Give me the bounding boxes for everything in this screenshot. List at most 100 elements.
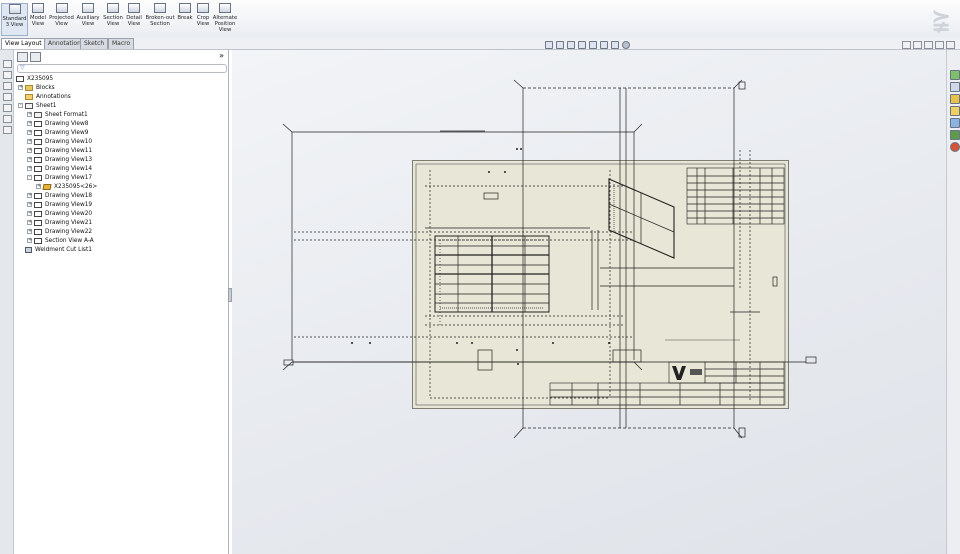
tree-item-drawing-view21[interactable]: + Drawing View21 (27, 218, 92, 227)
alternate-position-view-button[interactable]: Alternate Position View (212, 3, 238, 36)
collapse-icon[interactable]: - (27, 175, 32, 180)
tree-item-drawing-view19[interactable]: + Drawing View19 (27, 200, 92, 209)
solidworks-resources-icon[interactable] (950, 70, 960, 80)
tab-view-layout[interactable]: View Layout (1, 38, 46, 49)
tree-root[interactable]: X235095 (16, 74, 53, 83)
expand-icon[interactable]: + (27, 211, 32, 216)
restore-icon[interactable] (902, 41, 911, 49)
view-palette-icon[interactable] (950, 106, 960, 116)
task-pane (946, 50, 960, 554)
expand-icon[interactable]: + (27, 202, 32, 207)
tree-item-sheet-format1[interactable]: + Sheet Format1 (27, 110, 88, 119)
tree-item-drawing-view11[interactable]: + Drawing View11 (27, 146, 92, 155)
section-view-toggle-icon[interactable] (578, 40, 586, 49)
panel-toolbar: » (14, 51, 228, 62)
tree-item-drawing-view14[interactable]: + Drawing View14 (27, 164, 92, 173)
auxiliary-view-button[interactable]: Auxiliary View (76, 3, 100, 36)
panel-expand-icon[interactable]: » (219, 51, 224, 60)
expand-icon[interactable]: + (27, 193, 32, 198)
custom-properties-icon[interactable] (950, 130, 960, 140)
design-library-icon[interactable] (950, 82, 960, 92)
drawing-sheet[interactable] (412, 160, 789, 409)
property-manager-icon[interactable] (3, 71, 12, 79)
appearances-icon[interactable] (950, 118, 960, 128)
solidworks-forum-icon[interactable] (950, 142, 960, 152)
tree-item-drawing-view10[interactable]: + Drawing View10 (27, 137, 92, 146)
view-orientation-icon[interactable] (589, 40, 597, 49)
tree-item-drawing-view20[interactable]: + Drawing View20 (27, 209, 92, 218)
drawing-document-icon (16, 75, 24, 82)
broken-out-section-button[interactable]: Broken-out Section (145, 3, 175, 36)
configuration-manager-icon[interactable] (3, 82, 12, 90)
tree-item-drawing-view8[interactable]: + Drawing View8 (27, 119, 88, 128)
maximize-icon[interactable] (935, 41, 944, 49)
drawing-view-icon (34, 165, 42, 172)
expand-icon[interactable]: + (27, 220, 32, 225)
feature-manager-tab-icon[interactable] (17, 52, 28, 62)
expand-icon[interactable]: + (27, 112, 32, 117)
section-view-button[interactable]: Section View (102, 3, 124, 36)
expand-icon[interactable]: + (27, 130, 32, 135)
zoom-to-fit-icon[interactable] (545, 40, 553, 49)
tree-item-weldment-cut-list1[interactable]: Weldment Cut List1 (25, 245, 92, 254)
file-explorer-icon[interactable] (950, 94, 960, 104)
drawing-view-icon (34, 219, 42, 226)
tree-item-drawing-view18[interactable]: + Drawing View18 (27, 191, 92, 200)
section-view-icon (34, 237, 42, 244)
dimxpert-manager-icon[interactable] (3, 93, 12, 101)
document-window-controls (902, 41, 955, 49)
expand-icon[interactable]: + (27, 238, 32, 243)
tab-macro[interactable]: Macro (108, 38, 135, 49)
tab-annotation[interactable]: Annotation (44, 38, 85, 49)
feature-manager-panel: » ▽ X235095 + Blocks Annotations - Sheet1 … (14, 50, 229, 554)
tree-item-sheet1[interactable]: - Sheet1 (18, 101, 56, 110)
tree-item-drawing-view13[interactable]: + Drawing View13 (27, 155, 92, 164)
heads-up-view-toolbar (545, 40, 630, 49)
drawing-view-icon (34, 228, 42, 235)
tree-item-drawing-view22[interactable]: + Drawing View22 (27, 227, 92, 236)
sheet-icon (25, 102, 33, 109)
detail-view-button[interactable]: Detail View (125, 3, 143, 36)
expand-icon[interactable]: + (18, 85, 23, 90)
standard-3-view-button[interactable]: Standard 3 View (1, 3, 28, 36)
expand-icon[interactable]: + (27, 229, 32, 234)
filter-icon: ▽ (20, 64, 25, 71)
scene-icon[interactable] (622, 40, 630, 49)
model-view-button[interactable]: Model View (29, 3, 47, 36)
expand-icon[interactable]: + (36, 184, 41, 189)
tree-item-drawing-view17[interactable]: - Drawing View17 (27, 173, 92, 182)
expand-icon[interactable]: + (27, 121, 32, 126)
tile-icon[interactable] (913, 41, 922, 49)
crop-view-button[interactable]: Crop View (195, 3, 211, 36)
tree-item-part-x235095[interactable]: + X235095<26> (36, 182, 97, 191)
expand-icon[interactable]: + (27, 148, 32, 153)
hide-show-items-icon[interactable] (611, 40, 619, 49)
zoom-to-area-icon[interactable] (556, 40, 564, 49)
drawing-view-icon (34, 120, 42, 127)
tab-sketch[interactable]: Sketch (80, 38, 109, 49)
simulation-manager-icon[interactable] (3, 126, 12, 134)
tree-item-blocks[interactable]: + Blocks (18, 83, 55, 92)
tree-filter-input[interactable]: ▽ (17, 64, 227, 73)
close-icon[interactable] (946, 41, 955, 49)
display-style-icon[interactable] (600, 40, 608, 49)
expand-icon[interactable]: + (27, 157, 32, 162)
projected-view-button[interactable]: Projected View (48, 3, 75, 36)
feature-manager-icon[interactable] (3, 60, 12, 68)
command-manager: Standard 3 View Model View Projected Vie… (0, 0, 960, 38)
expand-icon[interactable]: + (27, 139, 32, 144)
property-manager-tab-icon[interactable] (30, 52, 41, 62)
collapse-icon[interactable]: - (18, 103, 23, 108)
projected-view-icon (55, 3, 68, 13)
previous-view-icon[interactable] (567, 40, 575, 49)
tree-item-annotations[interactable]: Annotations (25, 92, 71, 101)
cam-manager-icon[interactable] (3, 115, 12, 123)
display-manager-icon[interactable] (3, 104, 12, 112)
minimize-icon[interactable] (924, 41, 933, 49)
tree-item-drawing-view9[interactable]: + Drawing View9 (27, 128, 88, 137)
solidworks-logo-icon: ⪶ (930, 4, 952, 32)
break-button[interactable]: Break (177, 3, 193, 36)
expand-icon[interactable]: + (27, 166, 32, 171)
tree-item-section-view-a-a[interactable]: + Section View A-A (27, 236, 94, 245)
annotations-icon (25, 93, 33, 100)
